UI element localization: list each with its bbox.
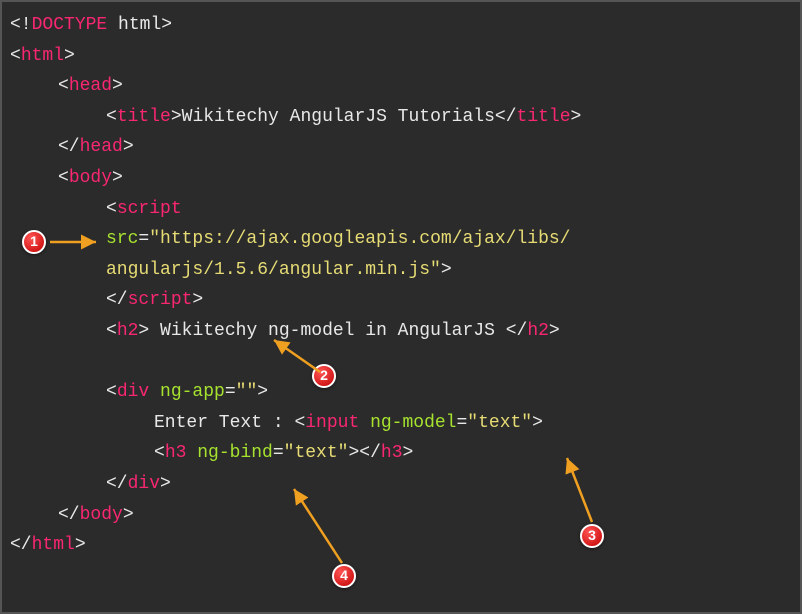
punct: </ xyxy=(506,321,528,341)
attr: ng-bind xyxy=(186,443,272,463)
code-line: <h3 ng-bind="text"></h3> xyxy=(10,438,800,469)
tag: div xyxy=(128,474,160,494)
text: html xyxy=(107,15,161,35)
punct: > xyxy=(112,168,123,188)
tag: DOCTYPE xyxy=(32,15,108,35)
punct: = xyxy=(225,382,236,402)
punct: <! xyxy=(10,15,32,35)
text: Enter Text : xyxy=(154,413,294,433)
code-line: <title>Wikitechy AngularJS Tutorials</ti… xyxy=(10,102,800,133)
code-line: </div> xyxy=(10,469,800,500)
tag: head xyxy=(80,137,123,157)
code-line: src="https://ajax.googleapis.com/ajax/li… xyxy=(10,224,800,255)
punct: < xyxy=(106,199,117,219)
punct: > xyxy=(123,137,134,157)
punct: = xyxy=(273,443,284,463)
punct: </ xyxy=(106,474,128,494)
punct: </ xyxy=(359,443,381,463)
tag: body xyxy=(80,505,123,525)
punct: </ xyxy=(58,137,80,157)
punct: > xyxy=(160,474,171,494)
tag: html xyxy=(32,535,75,555)
punct: > xyxy=(75,535,86,555)
code-line: </body> xyxy=(10,500,800,531)
code-line: <div ng-app=""> xyxy=(10,377,800,408)
code-block: <!DOCTYPE html> <html> <head> <title>Wik… xyxy=(2,2,800,569)
punct: > xyxy=(549,321,560,341)
annotation-badge-4: 4 xyxy=(332,564,356,588)
punct: < xyxy=(294,413,305,433)
punct: </ xyxy=(10,535,32,555)
punct: </ xyxy=(58,505,80,525)
tag: h2 xyxy=(527,321,549,341)
code-line: </html> xyxy=(10,530,800,561)
tag: h3 xyxy=(381,443,403,463)
annotation-badge-3: 3 xyxy=(580,524,604,548)
punct: = xyxy=(138,229,149,249)
code-line: Enter Text : <input ng-model="text"> xyxy=(10,408,800,439)
attr: src xyxy=(106,229,138,249)
tag: h2 xyxy=(117,321,139,341)
punct: </ xyxy=(495,107,517,127)
punct: > xyxy=(571,107,582,127)
punct: > xyxy=(171,107,182,127)
tag: div xyxy=(117,382,149,402)
punct: > xyxy=(348,443,359,463)
punct: > xyxy=(64,46,75,66)
string: "text" xyxy=(467,413,532,433)
code-line: <script xyxy=(10,194,800,225)
punct: < xyxy=(58,76,69,96)
code-line: <html> xyxy=(10,41,800,72)
punct: > xyxy=(441,260,452,280)
punct: > xyxy=(123,505,134,525)
tag: script xyxy=(117,199,182,219)
punct: > xyxy=(532,413,543,433)
annotation-badge-1: 1 xyxy=(22,230,46,254)
tag: input xyxy=(305,413,359,433)
string: "" xyxy=(236,382,258,402)
tag: title xyxy=(117,107,171,127)
punct: < xyxy=(106,382,117,402)
punct: > xyxy=(403,443,414,463)
string: "https://ajax.googleapis.com/ajax/libs/ xyxy=(149,229,570,249)
code-line xyxy=(10,347,800,378)
punct: = xyxy=(456,413,467,433)
code-line: </script> xyxy=(10,285,800,316)
attr: ng-model xyxy=(359,413,456,433)
punct: > xyxy=(138,321,149,341)
code-line: </head> xyxy=(10,132,800,163)
code-line: <!DOCTYPE html> xyxy=(10,10,800,41)
attr: ng-app xyxy=(149,382,225,402)
punct: < xyxy=(106,107,117,127)
punct: < xyxy=(58,168,69,188)
text: Wikitechy AngularJS Tutorials xyxy=(182,107,495,127)
string: angularjs/1.5.6/angular.min.js" xyxy=(106,260,441,280)
punct: </ xyxy=(106,290,128,310)
punct: < xyxy=(10,46,21,66)
code-line: <h2> Wikitechy ng-model in AngularJS </h… xyxy=(10,316,800,347)
string: "text" xyxy=(284,443,349,463)
tag: body xyxy=(69,168,112,188)
punct: < xyxy=(106,321,117,341)
code-line: <head> xyxy=(10,71,800,102)
punct: > xyxy=(161,15,172,35)
tag: script xyxy=(128,290,193,310)
text: Wikitechy ng-model in AngularJS xyxy=(149,321,505,341)
tag: html xyxy=(21,46,64,66)
tag: head xyxy=(69,76,112,96)
punct: > xyxy=(192,290,203,310)
punct: > xyxy=(112,76,123,96)
code-line: angularjs/1.5.6/angular.min.js"> xyxy=(10,255,800,286)
punct: > xyxy=(257,382,268,402)
tag: h3 xyxy=(165,443,187,463)
tag: title xyxy=(517,107,571,127)
annotation-badge-2: 2 xyxy=(312,364,336,388)
punct: < xyxy=(154,443,165,463)
code-line: <body> xyxy=(10,163,800,194)
